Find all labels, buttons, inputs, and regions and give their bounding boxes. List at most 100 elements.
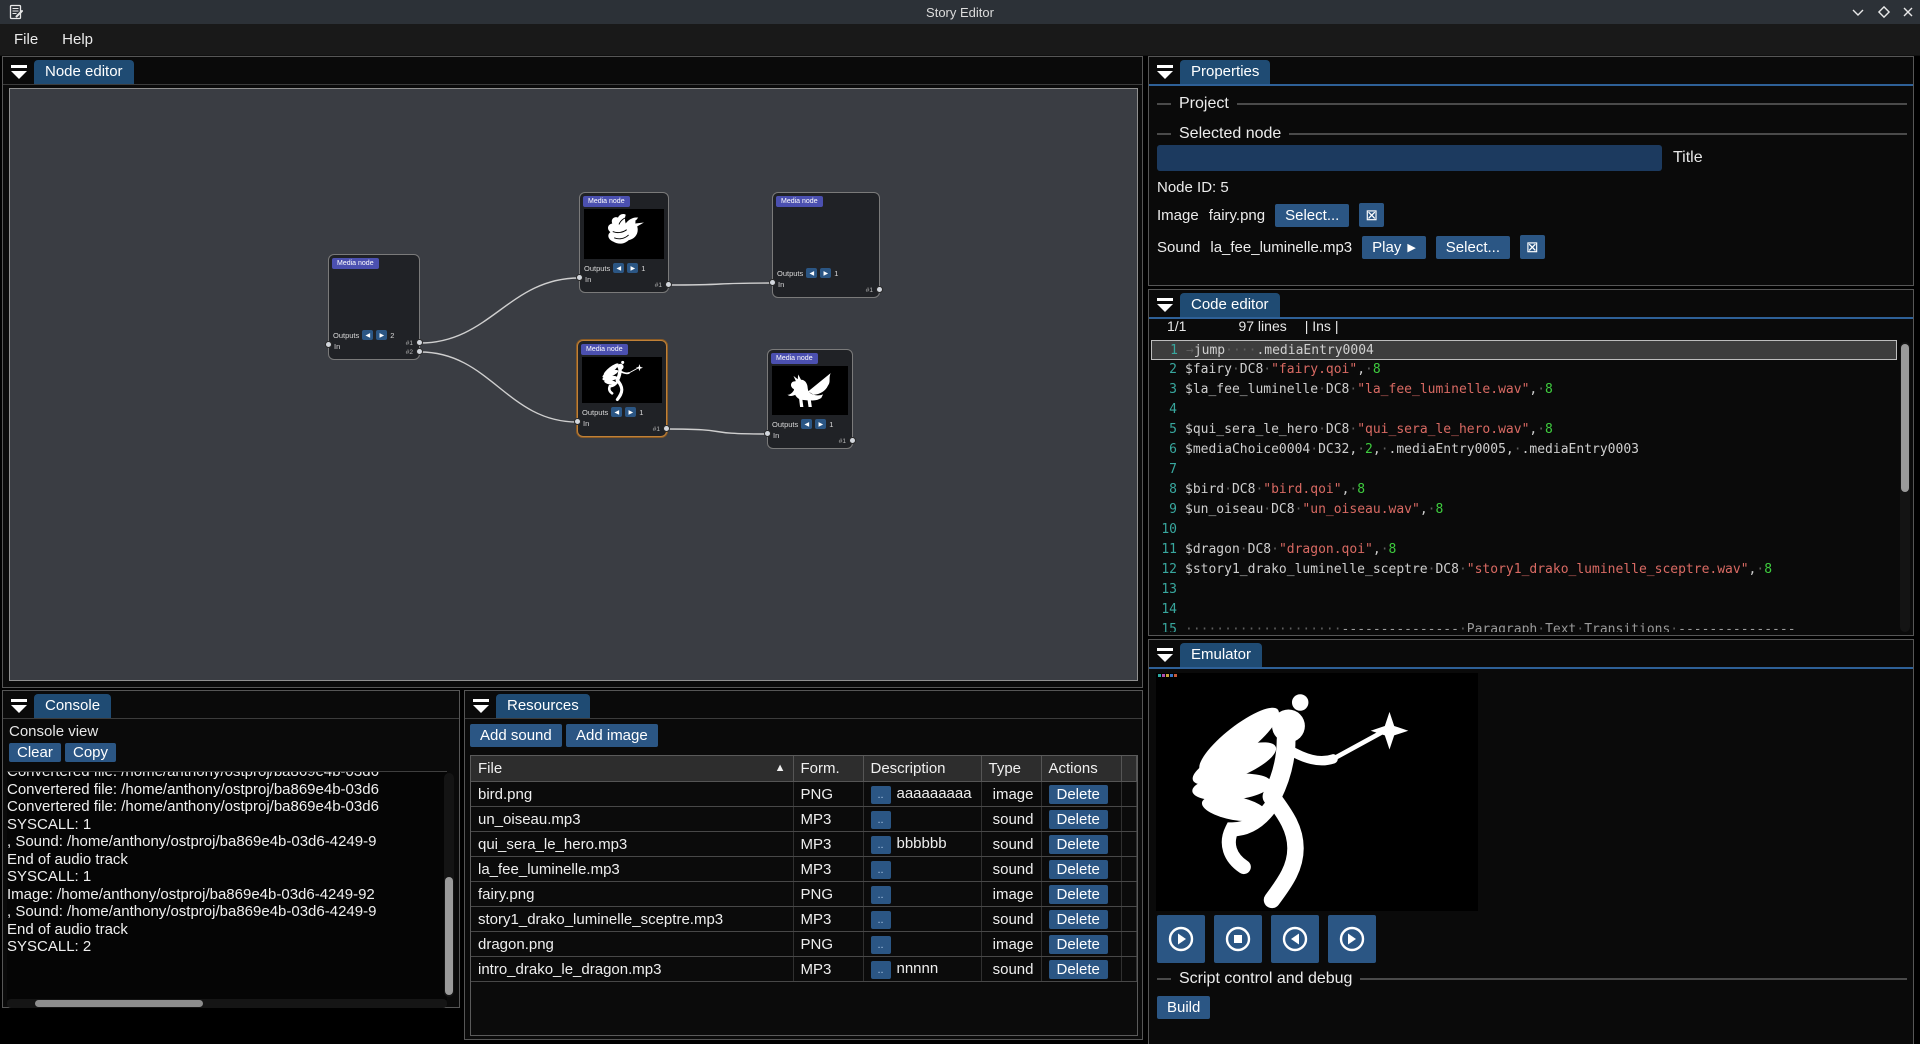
description-edit-button[interactable]: .. (871, 911, 891, 929)
input-port[interactable] (769, 279, 776, 286)
outputs-increment-button[interactable]: ▶ (820, 268, 831, 278)
emu-stop-button[interactable] (1214, 915, 1262, 963)
copy-button[interactable]: Copy (65, 743, 116, 762)
collapse-icon[interactable] (1156, 298, 1174, 313)
description-edit-button[interactable]: .. (871, 936, 891, 954)
collapse-icon[interactable] (10, 699, 28, 714)
graph-node[interactable]: Media nodeOutputs◀▶2In#1#2 (328, 254, 420, 360)
description-edit-button[interactable]: .. (871, 886, 891, 904)
node-edge[interactable] (667, 429, 767, 434)
delete-button[interactable]: Delete (1049, 785, 1108, 804)
delete-button[interactable]: Delete (1049, 860, 1108, 879)
add-sound-button[interactable]: Add sound (470, 724, 562, 747)
resource-row[interactable]: un_oiseau.mp3MP3..soundDelete (471, 807, 1137, 832)
graph-node[interactable]: Media nodeOutputs◀▶1In#1 (579, 192, 669, 293)
tab-node-editor[interactable]: Node editor (34, 60, 134, 84)
collapse-icon[interactable] (1156, 648, 1174, 663)
code-vscroll-thumb[interactable] (1901, 344, 1909, 492)
minimize-button[interactable] (1846, 2, 1870, 22)
tab-emulator[interactable]: Emulator (1180, 643, 1262, 667)
menu-help[interactable]: Help (62, 31, 93, 48)
sound-select-button[interactable]: Select... (1436, 236, 1510, 259)
output-port[interactable] (665, 281, 672, 288)
description-edit-button[interactable]: .. (871, 961, 891, 979)
emu-play-button[interactable] (1157, 915, 1205, 963)
delete-button[interactable]: Delete (1049, 960, 1108, 979)
description-edit-button[interactable]: .. (871, 861, 891, 879)
add-image-button[interactable]: Add image (566, 724, 658, 747)
console-hscroll-thumb[interactable] (35, 1000, 203, 1007)
menu-file[interactable]: File (14, 31, 38, 48)
outputs-decrement-button[interactable]: ◀ (806, 268, 817, 278)
collapse-icon[interactable] (1156, 65, 1174, 80)
build-button[interactable]: Build (1157, 996, 1210, 1019)
column-description[interactable]: Description (863, 756, 981, 782)
node-canvas[interactable]: Media nodeOutputs◀▶2In#1#2 Media nodeOutp… (9, 88, 1138, 681)
outputs-increment-button[interactable]: ▶ (627, 263, 638, 273)
input-port[interactable] (764, 430, 771, 437)
graph-node[interactable]: Media nodeOutputs◀▶1In#1 (772, 192, 880, 298)
emu-back-button[interactable] (1271, 915, 1319, 963)
outputs-increment-button[interactable]: ▶ (815, 419, 826, 429)
description-edit-button[interactable]: .. (871, 836, 891, 854)
outputs-decrement-button[interactable]: ◀ (362, 330, 373, 340)
outputs-decrement-button[interactable]: ◀ (611, 407, 622, 417)
output-port[interactable] (876, 286, 883, 293)
tab-properties[interactable]: Properties (1180, 60, 1270, 84)
graph-node[interactable]: Media nodeOutputs◀▶1In#1 (767, 349, 853, 449)
input-port[interactable] (574, 418, 581, 425)
graph-node[interactable]: Media nodeOutputs◀▶1In#1 (577, 340, 667, 437)
title-input[interactable] (1157, 145, 1662, 171)
delete-button[interactable]: Delete (1049, 910, 1108, 929)
output-port[interactable] (849, 437, 856, 444)
delete-button[interactable]: Delete (1049, 885, 1108, 904)
resource-row[interactable]: intro_drako_le_dragon.mp3MP3..nnnnnsound… (471, 957, 1137, 982)
input-port[interactable] (325, 341, 332, 348)
collapse-icon[interactable] (472, 699, 490, 714)
code-vscrollbar[interactable] (1900, 342, 1910, 632)
tab-code-editor[interactable]: Code editor (1180, 293, 1280, 317)
output-port[interactable] (416, 348, 423, 355)
column-file[interactable]: File▲ (471, 756, 793, 782)
resource-row[interactable]: la_fee_luminelle.mp3MP3..soundDelete (471, 857, 1137, 882)
play-button[interactable]: Play▶ (1362, 236, 1426, 259)
input-port[interactable] (576, 274, 583, 281)
node-edge[interactable] (669, 283, 772, 285)
line-number: 10 (1151, 520, 1185, 540)
outputs-decrement-button[interactable]: ◀ (801, 419, 812, 429)
node-edge[interactable] (420, 278, 579, 343)
resource-row[interactable]: bird.pngPNG..aaaaaaaaaimageDelete (471, 782, 1137, 807)
image-clear-button[interactable]: ⊠ (1359, 203, 1384, 227)
column-actions[interactable]: Actions (1041, 756, 1121, 782)
column-format[interactable]: Form. (793, 756, 863, 782)
resource-row[interactable]: fairy.pngPNG..imageDelete (471, 882, 1137, 907)
resource-row[interactable]: qui_sera_le_hero.mp3MP3..bbbbbbsoundDele… (471, 832, 1137, 857)
outputs-increment-button[interactable]: ▶ (625, 407, 636, 417)
maximize-button[interactable] (1872, 2, 1896, 22)
node-edge[interactable] (420, 352, 577, 422)
console-hscrollbar[interactable] (7, 999, 447, 1008)
output-port[interactable] (663, 425, 670, 432)
close-button[interactable] (1896, 2, 1920, 22)
delete-button[interactable]: Delete (1049, 935, 1108, 954)
emu-forward-button[interactable] (1328, 915, 1376, 963)
sound-clear-button[interactable]: ⊠ (1520, 235, 1545, 259)
console-vscrollbar[interactable] (444, 773, 454, 997)
resource-row[interactable]: story1_drako_luminelle_sceptre.mp3MP3..s… (471, 907, 1137, 932)
code-lines[interactable]: 1→jump····.mediaEntry00042$fairy·DC8·"fa… (1151, 340, 1897, 632)
outputs-decrement-button[interactable]: ◀ (613, 263, 624, 273)
tab-console[interactable]: Console (34, 694, 111, 718)
description-edit-button[interactable]: .. (871, 786, 891, 804)
outputs-increment-button[interactable]: ▶ (376, 330, 387, 340)
tab-resources[interactable]: Resources (496, 694, 590, 718)
output-port[interactable] (416, 339, 423, 346)
console-vscroll-thumb[interactable] (445, 877, 453, 995)
delete-button[interactable]: Delete (1049, 835, 1108, 854)
clear-button[interactable]: Clear (9, 743, 61, 762)
column-type[interactable]: Type (981, 756, 1041, 782)
resource-row[interactable]: dragon.pngPNG..imageDelete (471, 932, 1137, 957)
image-select-button[interactable]: Select... (1275, 204, 1349, 227)
collapse-icon[interactable] (10, 65, 28, 80)
description-edit-button[interactable]: .. (871, 811, 891, 829)
delete-button[interactable]: Delete (1049, 810, 1108, 829)
